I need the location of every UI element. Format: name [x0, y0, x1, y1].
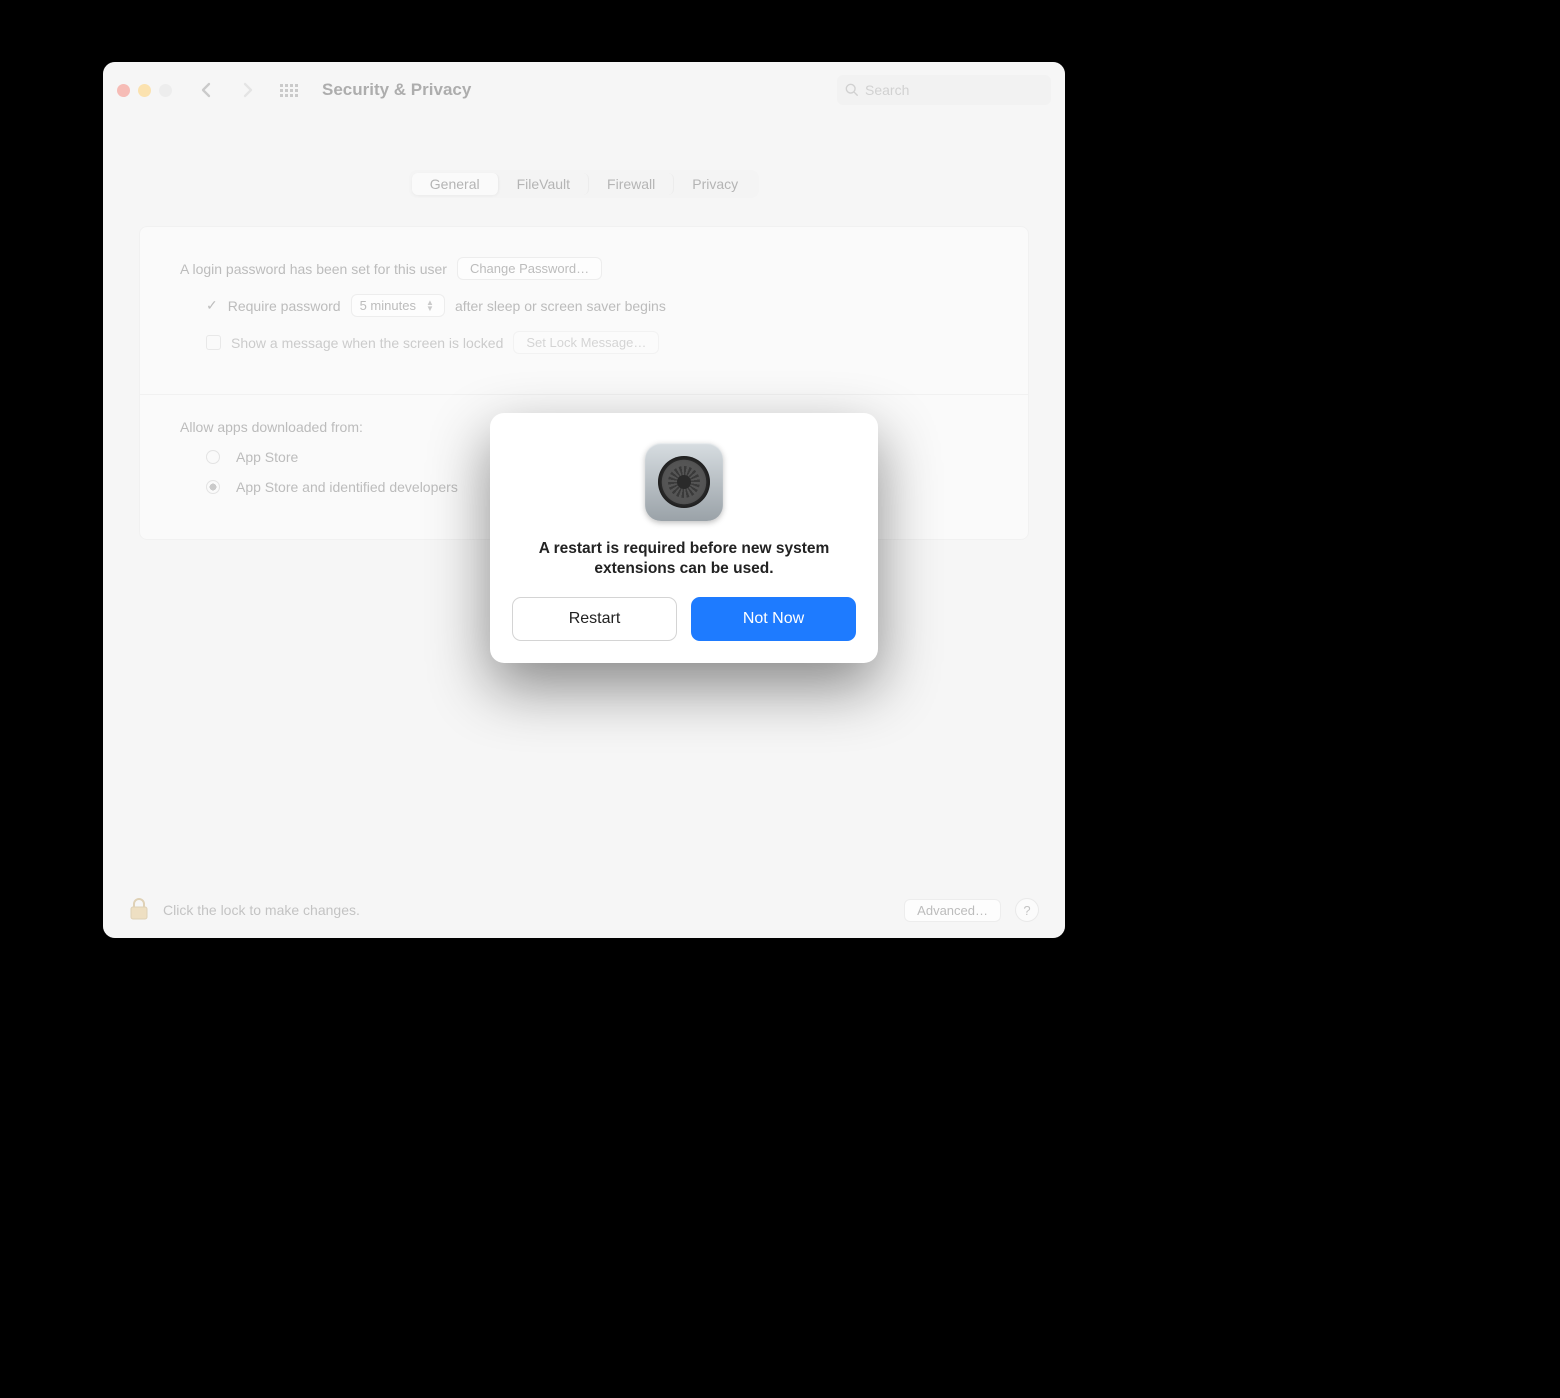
- system-preferences-icon: [645, 443, 723, 521]
- gear-icon: [658, 456, 710, 508]
- not-now-button[interactable]: Not Now: [691, 597, 856, 641]
- restart-button[interactable]: Restart: [512, 597, 677, 641]
- restart-alert: A restart is required before new system …: [490, 413, 878, 663]
- alert-message: A restart is required before new system …: [526, 539, 842, 579]
